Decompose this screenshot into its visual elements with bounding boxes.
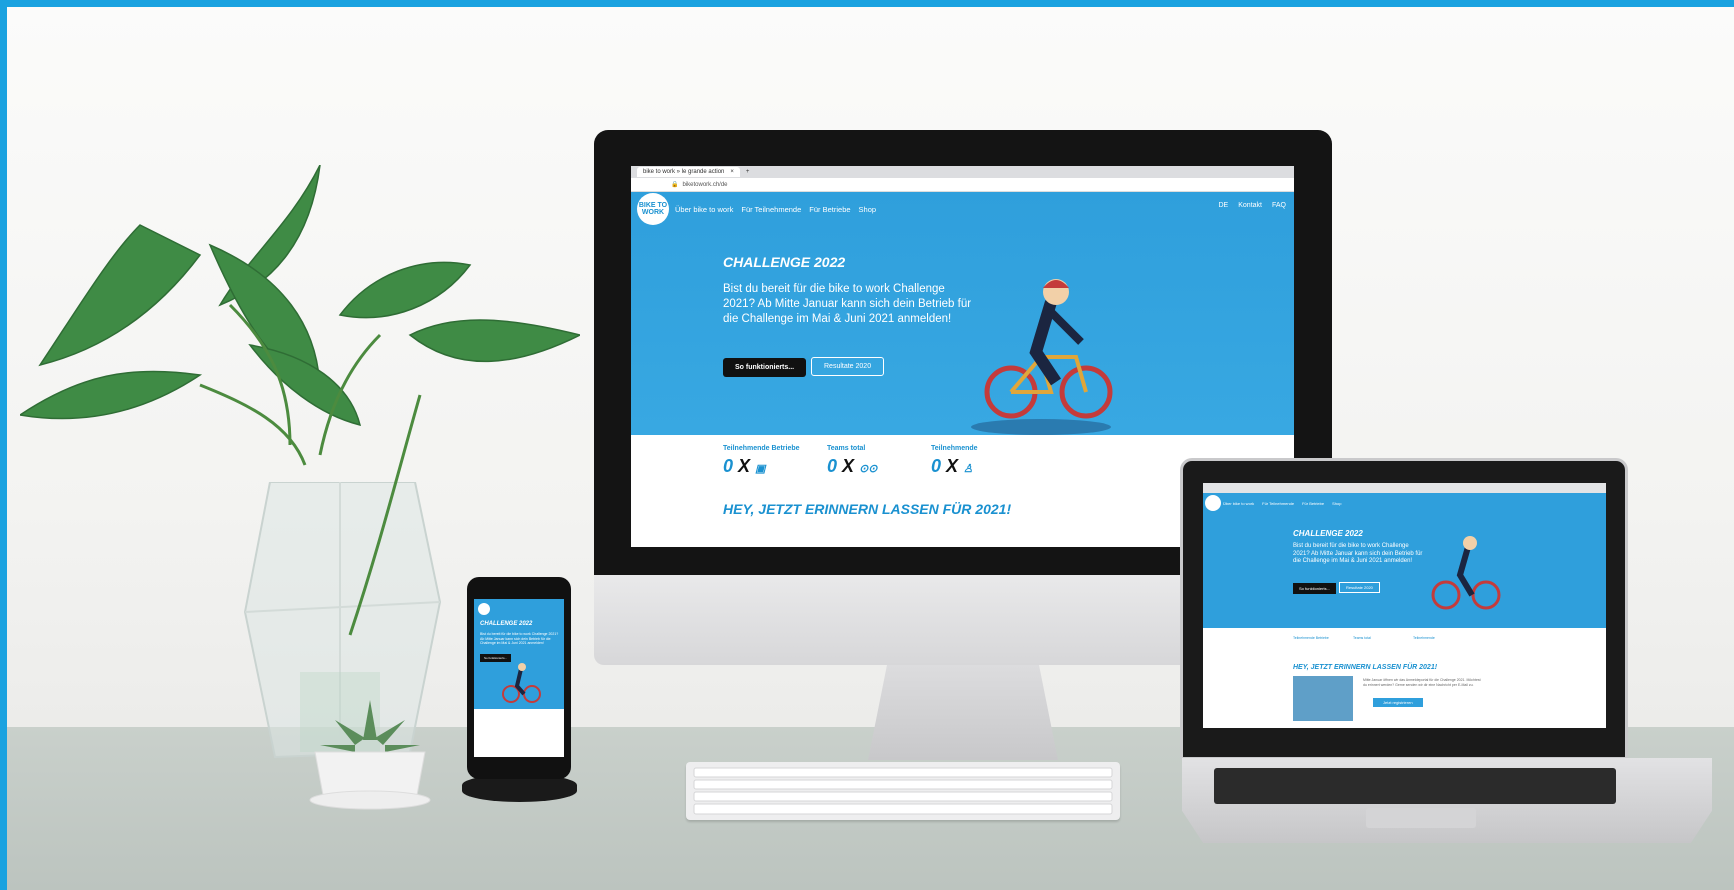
laptop-keyboard bbox=[1214, 768, 1616, 804]
browser-tab-title: bike to work » le grande action bbox=[643, 169, 725, 175]
laptop-nav: Über bike to work Für Teilnehmende Für B… bbox=[1223, 501, 1341, 506]
stat-suffix: X bbox=[946, 456, 959, 476]
stat-teams: Teams total 0 X ⊙⊙ bbox=[827, 445, 878, 477]
laptop: Über bike to work Für Teilnehmende Für B… bbox=[1180, 458, 1628, 760]
stat-number: 0 bbox=[931, 456, 942, 476]
person-icon: ♙ bbox=[963, 463, 973, 475]
new-tab-icon[interactable]: + bbox=[746, 169, 750, 175]
laptop-cyclist-illustration bbox=[1431, 536, 1501, 610]
stat-label: Teams total bbox=[827, 445, 866, 452]
nav-right: DE Kontakt FAQ bbox=[1219, 202, 1287, 209]
stat-number: 0 bbox=[827, 456, 838, 476]
laptop-trackpad bbox=[1366, 808, 1476, 828]
keyboard bbox=[686, 762, 1120, 820]
bicycle-icon: ⊙⊙ bbox=[859, 463, 878, 475]
laptop-browser-window: Über bike to work Für Teilnehmende Für B… bbox=[1203, 483, 1606, 728]
laptop-hero-title: CHALLENGE 2022 bbox=[1293, 529, 1363, 538]
cyclist-illustration bbox=[971, 279, 1113, 435]
stat-suffix: X bbox=[842, 456, 855, 476]
stat-label: Teilnehmende Betriebe bbox=[723, 445, 800, 452]
laptop-stat-label-1: Teilnehmende Betriebe bbox=[1293, 636, 1329, 640]
close-tab-icon[interactable]: × bbox=[730, 169, 734, 175]
laptop-results-button[interactable]: Resultate 2020 bbox=[1339, 582, 1380, 593]
stat-value: 0 X ▣ bbox=[723, 456, 800, 477]
stat-value: 0 X ♙ bbox=[931, 456, 978, 477]
hero-section: BIKE TO WORK Über bike to work Für Teiln… bbox=[631, 192, 1294, 435]
laptop-stats-section: Teilnehmende Betriebe Teams total Teilne… bbox=[1203, 628, 1606, 728]
laptop-logo[interactable] bbox=[1205, 495, 1221, 511]
address-bar[interactable]: 🔒 biketowork.ch/de bbox=[631, 178, 1294, 192]
nav-item-contact[interactable]: Kontakt bbox=[1238, 202, 1262, 209]
url-text: biketowork.ch/de bbox=[682, 181, 728, 188]
results-button[interactable]: Resultate 2020 bbox=[811, 357, 885, 376]
laptop-browser-bar bbox=[1203, 483, 1606, 493]
stat-suffix: X bbox=[738, 456, 751, 476]
stat-label: Teilnehmende bbox=[931, 445, 978, 452]
laptop-nav-participants[interactable]: Für Teilnehmende bbox=[1262, 501, 1294, 506]
laptop-hero-text: Bist du bereit für die bike to work Chal… bbox=[1293, 543, 1423, 564]
mobile-cyclist-illustration bbox=[502, 663, 541, 703]
laptop-how-it-works-button[interactable]: So funktionierts... bbox=[1293, 583, 1336, 594]
stat-number: 0 bbox=[723, 456, 734, 476]
mobile-hero: CHALLENGE 2022 Bist du bereit für die bi… bbox=[474, 599, 564, 757]
hero-text: Bist du bereit für die bike to work Chal… bbox=[723, 283, 972, 325]
mobile-hero-text: Bist du bereit für die bike to work Chal… bbox=[480, 632, 559, 645]
browser-tab[interactable]: bike to work » le grande action × bbox=[637, 167, 740, 177]
laptop-register-button[interactable]: Jetzt registrieren bbox=[1373, 698, 1423, 707]
mobile-browser-window: CHALLENGE 2022 Bist du bereit für die bi… bbox=[474, 599, 564, 757]
succulent-pot bbox=[309, 700, 431, 810]
stat-companies: Teilnehmende Betriebe 0 X ▣ bbox=[723, 445, 800, 477]
lock-icon: 🔒 bbox=[671, 182, 679, 188]
hero-title: CHALLENGE 2022 bbox=[723, 254, 846, 270]
language-selector[interactable]: DE bbox=[1219, 202, 1229, 209]
laptop-nav-about[interactable]: Über bike to work bbox=[1223, 501, 1254, 506]
smartphone: CHALLENGE 2022 Bist du bereit für die bi… bbox=[467, 577, 571, 779]
laptop-reminder-text: Mitte Januar öffnen wir das Anmeldeporta… bbox=[1363, 678, 1481, 687]
laptop-reminder-image bbox=[1293, 676, 1353, 721]
reminder-title: HEY, JETZT ERINNERN LASSEN FÜR 2021! bbox=[723, 501, 1012, 517]
frame-top-border bbox=[0, 0, 1734, 7]
nav-item-shop[interactable]: Shop bbox=[859, 205, 877, 214]
laptop-stat-label-2: Teams total bbox=[1353, 636, 1371, 640]
site-navigation: BIKE TO WORK Über bike to work Für Teiln… bbox=[631, 192, 1294, 226]
nav-item-faq[interactable]: FAQ bbox=[1272, 202, 1286, 209]
nav-item-participants[interactable]: Für Teilnehmende bbox=[741, 205, 801, 214]
browser-tab-bar: bike to work » le grande action × + bbox=[631, 166, 1294, 178]
laptop-nav-companies[interactable]: Für Betriebe bbox=[1302, 501, 1324, 506]
nav-item-companies[interactable]: Für Betriebe bbox=[809, 205, 850, 214]
stat-value: 0 X ⊙⊙ bbox=[827, 456, 878, 477]
mobile-stats bbox=[474, 709, 564, 757]
laptop-reminder-title: HEY, JETZT ERINNERN LASSEN FÜR 2021! bbox=[1293, 664, 1438, 671]
laptop-nav-shop[interactable]: Shop bbox=[1332, 501, 1341, 506]
how-it-works-button[interactable]: So funktionierts... bbox=[723, 358, 807, 377]
briefcase-icon: ▣ bbox=[755, 463, 766, 475]
laptop-hero: Über bike to work Für Teilnehmende Für B… bbox=[1203, 493, 1606, 628]
mobile-logo[interactable] bbox=[478, 603, 490, 615]
monitor-stand bbox=[868, 665, 1058, 760]
bike-to-work-logo[interactable]: BIKE TO WORK bbox=[637, 193, 669, 225]
nav-item-about[interactable]: Über bike to work bbox=[675, 205, 733, 214]
laptop-stat-label-3: Teilnehmende bbox=[1413, 636, 1435, 640]
frame-left-border bbox=[0, 0, 7, 890]
mobile-hero-title: CHALLENGE 2022 bbox=[480, 621, 533, 627]
stat-participants: Teilnehmende 0 X ♙ bbox=[931, 445, 978, 477]
keyboard-keys bbox=[693, 767, 1113, 815]
